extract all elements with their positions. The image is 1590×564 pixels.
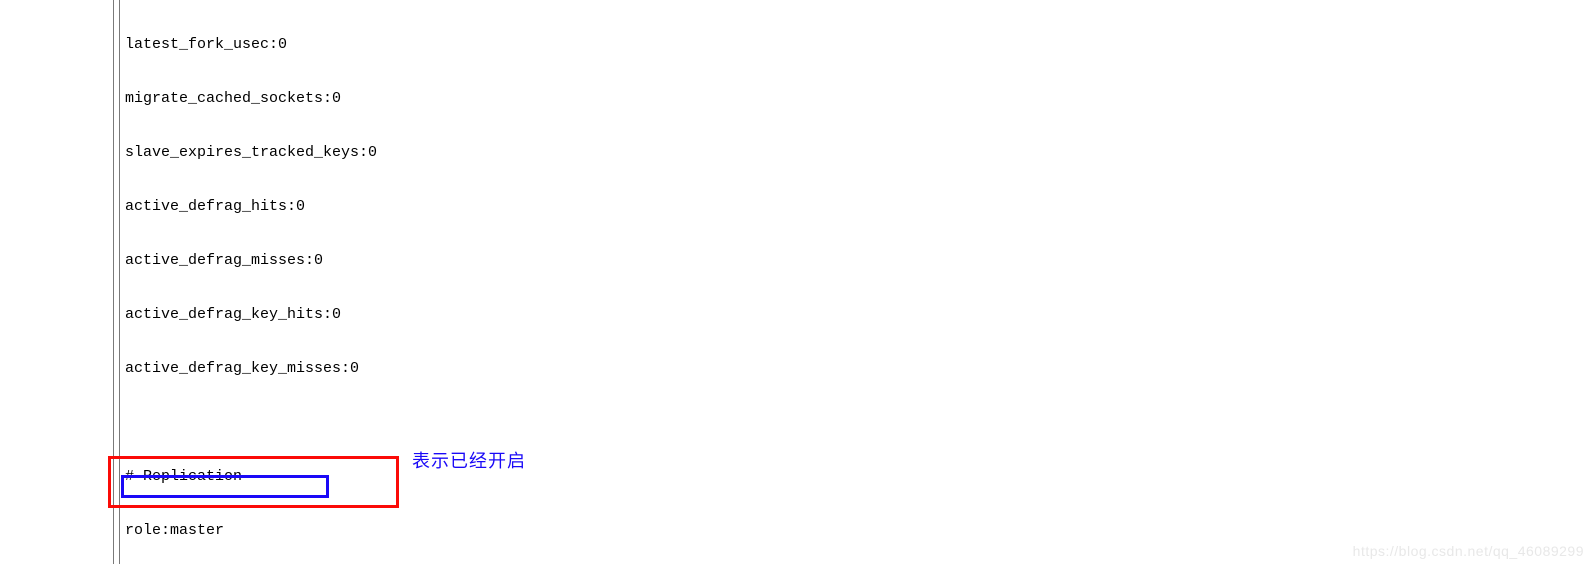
output-line: active_defrag_key_misses:0 (125, 360, 620, 378)
watermark-text: https://blog.csdn.net/qq_46089299 (1353, 542, 1584, 560)
output-line: migrate_cached_sockets:0 (125, 90, 620, 108)
output-line: slave_expires_tracked_keys:0 (125, 144, 620, 162)
terminal-screenshot: latest_fork_usec:0 migrate_cached_socket… (0, 0, 1590, 564)
output-line: active_defrag_key_hits:0 (125, 306, 620, 324)
blank-line (125, 414, 620, 432)
annotation-label: 表示已经开启 (412, 452, 526, 470)
highlight-box-blue (121, 475, 329, 498)
output-line: latest_fork_usec:0 (125, 36, 620, 54)
output-line: active_defrag_hits:0 (125, 198, 620, 216)
output-line: role:master (125, 522, 620, 540)
output-line: active_defrag_misses:0 (125, 252, 620, 270)
